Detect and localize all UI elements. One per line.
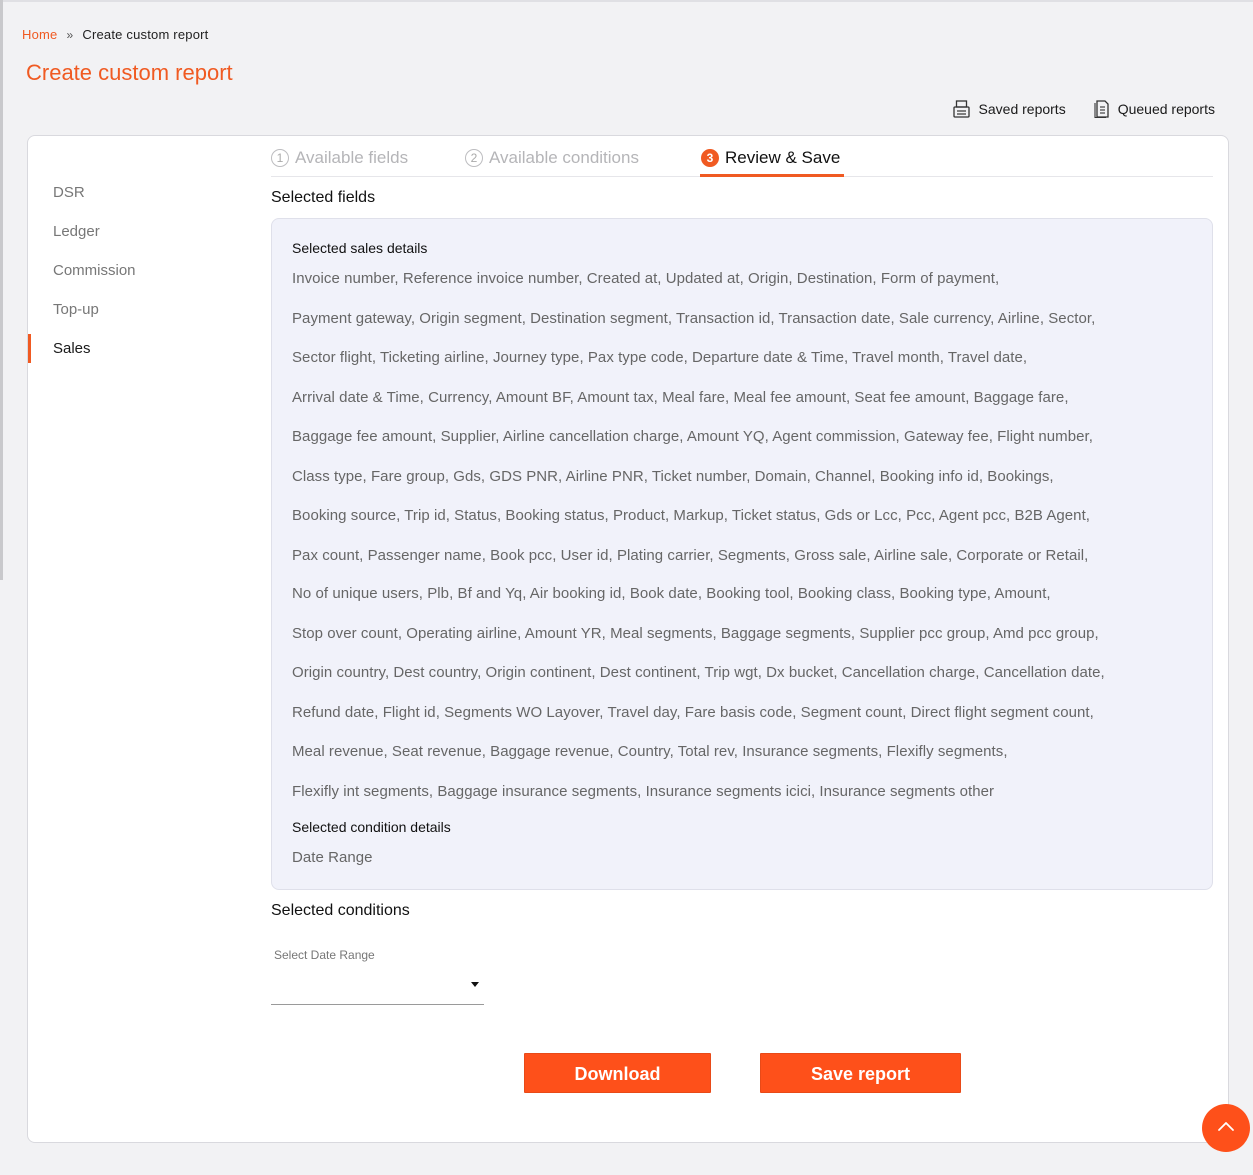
chevron-up-icon — [1217, 1119, 1235, 1137]
field-list-line: Pax count, Passenger name, Book pcc, Use… — [292, 547, 1089, 564]
field-list-line: Refund date, Flight id, Segments WO Layo… — [292, 704, 1094, 721]
sidebar-item-ledger[interactable]: Ledger — [28, 215, 248, 254]
caret-down-icon — [471, 982, 479, 987]
condition-details-value: Date Range — [292, 849, 373, 866]
save-report-button[interactable]: Save report — [760, 1053, 961, 1093]
saved-reports-label: Saved reports — [978, 101, 1066, 117]
report-type-sidebar: DSR Ledger Commission Top-up Sales — [28, 176, 248, 371]
field-list-line: Meal revenue, Seat revenue, Baggage reve… — [292, 743, 1008, 760]
condition-details-heading: Selected condition details — [292, 819, 451, 835]
field-list-line: Origin country, Dest country, Origin con… — [292, 664, 1105, 681]
page-title: Create custom report — [26, 60, 233, 85]
sidebar-item-sales[interactable]: Sales — [28, 332, 248, 371]
step-tabs: 1 Available fields 2 Available condition… — [271, 146, 1213, 177]
field-list-line: Flexifly int segments, Baggage insurance… — [292, 783, 995, 800]
selected-conditions-title: Selected conditions — [271, 902, 410, 919]
double-chevron-right-icon: » — [66, 27, 74, 42]
field-list-line: Invoice number, Reference invoice number… — [292, 270, 1000, 287]
breadcrumb-home-link[interactable]: Home — [22, 27, 57, 42]
field-list-line: Arrival date & Time, Currency, Amount BF… — [292, 389, 1069, 406]
field-list-line: Baggage fee amount, Supplier, Airline ca… — [292, 428, 1093, 445]
queued-reports-label: Queued reports — [1117, 101, 1215, 117]
saved-reports-link[interactable]: Saved reports — [952, 100, 1066, 118]
top-border — [0, 0, 1253, 2]
report-links: Saved reports Queued reports — [952, 100, 1215, 118]
printer-icon — [952, 100, 970, 118]
breadcrumb-current: Create custom report — [82, 27, 209, 42]
sidebar-item-top-up[interactable]: Top-up — [28, 293, 248, 332]
sidebar-item-commission[interactable]: Commission — [28, 254, 248, 293]
date-range-select[interactable] — [271, 974, 484, 1005]
field-list-line: Sector flight, Ticketing airline, Journe… — [292, 349, 1028, 366]
selected-fields-panel: Selected sales details Invoice number, R… — [271, 218, 1213, 890]
window-edge — [0, 0, 3, 580]
selected-fields-title: Selected fields — [271, 189, 376, 206]
tab-label: Available conditions — [489, 148, 639, 167]
step-number: 1 — [271, 149, 289, 167]
document-icon — [1094, 100, 1109, 118]
field-list-line: Stop over count, Operating airline, Amou… — [292, 625, 1099, 642]
tab-label: Available fields — [295, 148, 409, 167]
queued-reports-link[interactable]: Queued reports — [1094, 100, 1215, 118]
report-card: DSR Ledger Commission Top-up Sales 1 Ava… — [27, 135, 1229, 1143]
tab-review-save[interactable]: 3 Review & Save — [701, 148, 840, 168]
scroll-to-top-button[interactable] — [1202, 1104, 1250, 1152]
field-list-line: Class type, Fare group, Gds, GDS PNR, Ai… — [292, 468, 1054, 485]
sales-details-heading: Selected sales details — [292, 240, 428, 256]
date-range-label: Select Date Range — [274, 948, 375, 962]
field-list-line: No of unique users, Plb, Bf and Yq, Air … — [292, 585, 1051, 602]
active-tab-indicator — [700, 174, 844, 177]
tab-available-conditions[interactable]: 2 Available conditions — [465, 148, 639, 168]
field-list-line: Booking source, Trip id, Status, Booking… — [292, 507, 1091, 524]
download-button[interactable]: Download — [524, 1053, 711, 1093]
sidebar-item-dsr[interactable]: DSR — [28, 176, 248, 215]
step-number: 3 — [701, 149, 719, 167]
tab-available-fields[interactable]: 1 Available fields — [271, 148, 408, 168]
breadcrumb: Home » Create custom report — [22, 27, 208, 42]
tab-label: Review & Save — [725, 148, 841, 167]
step-number: 2 — [465, 149, 483, 167]
field-list-line: Payment gateway, Origin segment, Destina… — [292, 310, 1096, 327]
